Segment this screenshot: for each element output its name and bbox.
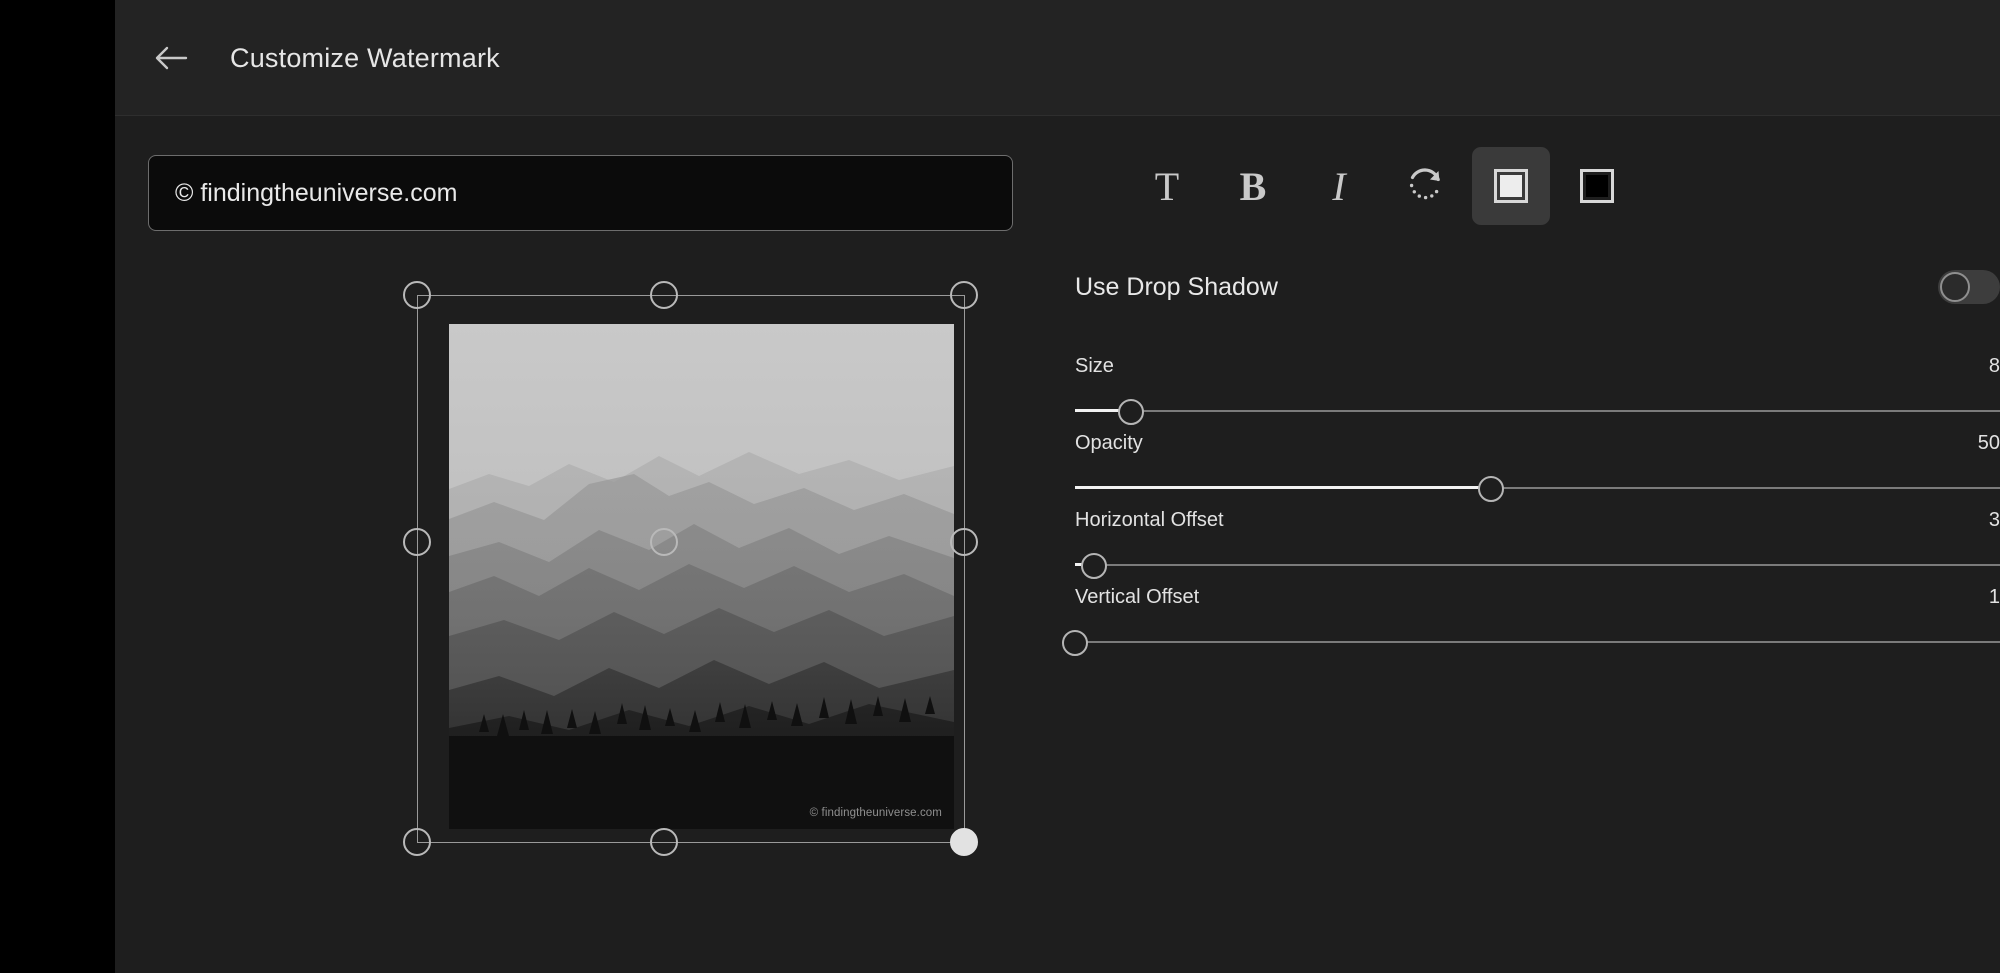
format-toolbar: T B I <box>1128 147 1644 225</box>
resize-handle-bottom-right[interactable] <box>950 828 978 856</box>
toggle-knob <box>1940 272 1970 302</box>
settings-panel: T B I <box>1075 117 2000 973</box>
text-tool-button[interactable]: T <box>1128 147 1206 225</box>
slider-thumb[interactable] <box>1478 476 1504 502</box>
resize-handle-bottom-left[interactable] <box>403 828 431 856</box>
resize-handle-bottom-center[interactable] <box>650 828 678 856</box>
selection-frame-right <box>964 295 965 843</box>
rotate-icon <box>1405 164 1445 209</box>
slider-value: 8 <box>1989 355 2000 378</box>
slider-label: Opacity <box>1075 432 1143 455</box>
slider-value: 1 <box>1989 586 2000 609</box>
bold-tool-button[interactable]: B <box>1214 147 1292 225</box>
text-icon: T <box>1155 163 1179 210</box>
slider-thumb[interactable] <box>1081 553 1107 579</box>
selection-frame-bottom <box>417 842 965 843</box>
drop-shadow-toggle[interactable] <box>1938 270 2000 304</box>
slider-size: Size 8 <box>1075 355 2000 431</box>
white-color-tool-button[interactable] <box>1472 147 1550 225</box>
italic-icon: I <box>1332 163 1345 210</box>
black-color-tool-button[interactable] <box>1558 147 1636 225</box>
watermark-preview[interactable]: © findingtheuniverse.com <box>391 269 991 869</box>
slider-value: 3 <box>1989 509 2000 532</box>
drop-shadow-label: Use Drop Shadow <box>1075 265 1278 309</box>
slider-track-size[interactable] <box>1075 391 2000 431</box>
black-square-icon <box>1580 169 1614 203</box>
slider-track <box>1075 641 2000 643</box>
slider-track-horizontal-offset[interactable] <box>1075 545 2000 585</box>
slider-track-vertical-offset[interactable] <box>1075 622 2000 662</box>
watermark-text-input[interactable]: © findingtheuniverse.com <box>148 155 1013 231</box>
arrow-left-icon <box>153 43 189 73</box>
slider-thumb[interactable] <box>1062 630 1088 656</box>
main-panel: Customize Watermark © findingtheuniverse… <box>115 0 2000 973</box>
resize-handle-top-right[interactable] <box>950 281 978 309</box>
slider-value: 50 <box>1978 432 2000 455</box>
selection-frame-top <box>417 295 965 296</box>
resize-handle-middle-right[interactable] <box>950 528 978 556</box>
slider-horizontal-offset: Horizontal Offset 3 <box>1075 509 2000 585</box>
watermark-input-value: © findingtheuniverse.com <box>175 181 457 206</box>
white-square-icon <box>1494 169 1528 203</box>
slider-vertical-offset: Vertical Offset 1 <box>1075 586 2000 662</box>
rotate-tool-button[interactable] <box>1386 147 1464 225</box>
header-bar: Customize Watermark <box>115 0 2000 116</box>
bold-icon: B <box>1240 163 1267 210</box>
slider-thumb[interactable] <box>1118 399 1144 425</box>
drop-shadow-row: Use Drop Shadow <box>1075 265 2000 315</box>
left-gutter <box>0 0 115 973</box>
slider-track <box>1075 410 2000 412</box>
resize-handle-top-left[interactable] <box>403 281 431 309</box>
mountain-landscape-graphic <box>449 324 954 829</box>
slider-label: Vertical Offset <box>1075 586 1199 609</box>
slider-track <box>1075 564 2000 566</box>
selection-frame-left <box>417 295 418 843</box>
app-root: Customize Watermark © findingtheuniverse… <box>0 0 2000 973</box>
body-area: © findingtheuniverse.com <box>115 117 2000 973</box>
slider-label: Size <box>1075 355 1114 378</box>
resize-handle-middle-left[interactable] <box>403 528 431 556</box>
slider-label: Horizontal Offset <box>1075 509 1224 532</box>
slider-opacity: Opacity 50 <box>1075 432 2000 508</box>
page-title: Customize Watermark <box>230 0 500 116</box>
slider-track-opacity[interactable] <box>1075 468 2000 508</box>
preview-watermark-text: © findingtheuniverse.com <box>810 807 942 819</box>
move-handle-center[interactable] <box>650 528 678 556</box>
back-button[interactable] <box>143 30 199 86</box>
slider-fill <box>1075 486 1491 489</box>
resize-handle-top-center[interactable] <box>650 281 678 309</box>
italic-tool-button[interactable]: I <box>1300 147 1378 225</box>
preview-image: © findingtheuniverse.com <box>449 324 954 829</box>
